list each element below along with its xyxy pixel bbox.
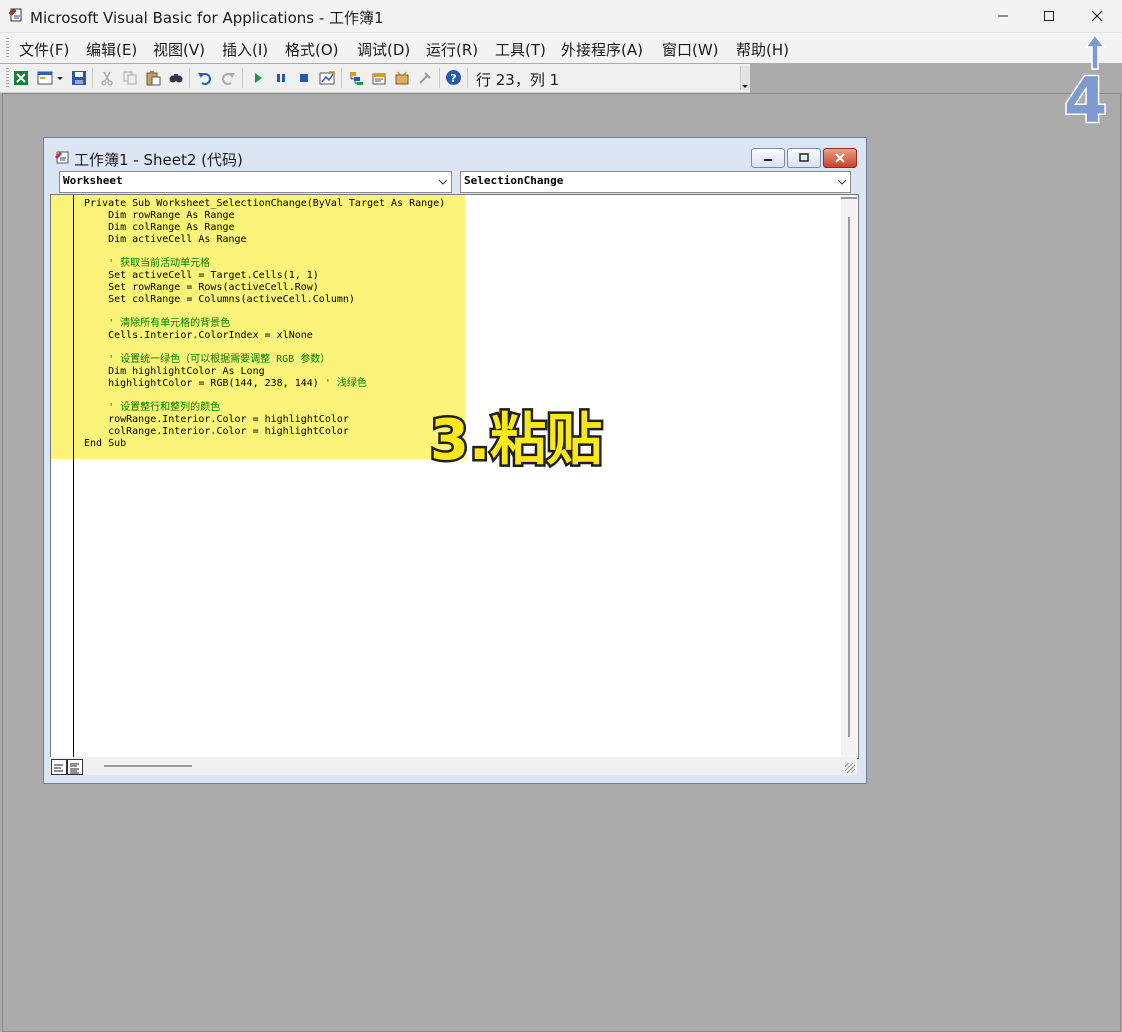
menu-grip[interactable]: [6, 38, 9, 58]
minimize-icon: [998, 15, 1008, 17]
code-line[interactable]: ' 设置整行和整列的颜色: [84, 402, 220, 413]
code-line[interactable]: End Sub: [84, 438, 126, 449]
code-line[interactable]: rowRange.Interior.Color = highlightColor: [84, 414, 349, 425]
code-line[interactable]: Set rowRange = Rows(activeCell.Row): [84, 282, 319, 293]
undo-icon[interactable]: [196, 69, 213, 86]
code-line[interactable]: ' 设置统一绿色（可以根据需要调整 RGB 参数）: [84, 354, 330, 365]
standard-toolbar: ? 行 23，列 1: [0, 64, 750, 93]
full-module-view-button[interactable]: [67, 759, 83, 775]
break-icon[interactable]: [272, 69, 289, 86]
menu-run[interactable]: 运行(R): [426, 39, 478, 60]
code-line[interactable]: ' 清除所有单元格的背景色: [84, 318, 230, 329]
menu-help[interactable]: 帮助(H): [736, 39, 789, 60]
code-line[interactable]: highlightColor = RGB(144, 238, 144) ' 浅绿…: [84, 378, 367, 389]
code-line[interactable]: Dim highlightColor As Long: [84, 366, 265, 377]
toolbar-separator: [92, 68, 93, 88]
code-line[interactable]: Set colRange = Columns(activeCell.Column…: [84, 294, 355, 305]
menu-view[interactable]: 视图(V): [153, 39, 205, 60]
save-icon[interactable]: [70, 69, 87, 86]
menu-tools[interactable]: 工具(T): [495, 39, 546, 60]
procedure-view-button[interactable]: [51, 759, 67, 775]
cut-icon[interactable]: [98, 69, 115, 86]
annotation-step-3: 3.粘贴: [427, 408, 604, 473]
menu-edit[interactable]: 编辑(E): [86, 39, 137, 60]
vertical-scrollbar-thumb[interactable]: [848, 217, 850, 737]
code-window-bottom-bar: [50, 757, 857, 775]
properties-window-icon[interactable]: [370, 69, 387, 86]
code-module-icon: [55, 151, 69, 164]
toolbar-separator: [242, 68, 243, 88]
menu-addins[interactable]: 外接程序(A): [561, 39, 643, 60]
code-editor[interactable]: Private Sub Worksheet_SelectionChange(By…: [50, 194, 859, 759]
code-line[interactable]: ' 获取当前活动单元格: [84, 258, 210, 269]
run-icon[interactable]: [249, 69, 266, 86]
maximize-icon: [1044, 11, 1054, 21]
maximize-button[interactable]: [1026, 0, 1072, 32]
paste-icon[interactable]: [144, 69, 161, 86]
minimize-icon: [764, 159, 772, 161]
procedure-combobox-value: SelectionChange: [464, 174, 564, 187]
code-window-title: 工作簿1 - Sheet2 (代码): [74, 151, 243, 169]
insert-dropdown-icon[interactable]: [55, 69, 65, 86]
chevron-down-icon: [439, 179, 447, 185]
view-excel-icon[interactable]: [12, 69, 29, 86]
cursor-position: 行 23，列 1: [476, 71, 560, 89]
horizontal-scrollbar-thumb[interactable]: [104, 765, 192, 767]
window-title: Microsoft Visual Basic for Applications …: [30, 9, 384, 27]
full-module-view-icon: [70, 763, 79, 774]
menu-window[interactable]: 窗口(W): [662, 39, 719, 60]
code-window-close-button[interactable]: [823, 148, 857, 168]
menu-format[interactable]: 格式(O): [285, 39, 339, 60]
code-line[interactable]: Cells.Interior.ColorIndex = xlNone: [84, 330, 313, 341]
code-text[interactable]: Private Sub Worksheet_SelectionChange(By…: [84, 198, 445, 450]
procedure-combobox[interactable]: SelectionChange: [460, 171, 851, 193]
scrollbar-top-marker: [841, 197, 857, 199]
project-explorer-icon[interactable]: [347, 69, 364, 86]
insert-userform-icon[interactable]: [36, 69, 53, 86]
annotation-step-4: 4: [1062, 64, 1108, 137]
toolbar-separator: [189, 68, 190, 88]
object-browser-icon[interactable]: [393, 69, 410, 86]
chevron-down-icon: [838, 179, 846, 185]
copy-icon[interactable]: [121, 69, 138, 86]
margin-indicator-bar[interactable]: [51, 195, 74, 758]
resize-grip[interactable]: [845, 763, 855, 773]
menu-file[interactable]: 文件(F): [19, 39, 69, 60]
vertical-scrollbar[interactable]: [841, 195, 857, 758]
toolbar-separator: [467, 68, 468, 88]
code-line[interactable]: colRange.Interior.Color = highlightColor: [84, 426, 349, 437]
design-mode-icon[interactable]: [318, 69, 335, 86]
find-icon[interactable]: [167, 69, 184, 86]
object-combobox-value: Worksheet: [63, 174, 123, 187]
toolbox-icon[interactable]: [416, 69, 433, 86]
menu-debug[interactable]: 调试(D): [357, 39, 410, 60]
vba-app-icon: [8, 8, 22, 22]
close-icon: [1091, 10, 1103, 22]
toolbar-separator: [341, 68, 342, 88]
svg-text:?: ?: [450, 72, 456, 85]
redo-icon[interactable]: [219, 69, 236, 86]
code-line[interactable]: Private Sub Worksheet_SelectionChange(By…: [84, 198, 445, 209]
object-combobox[interactable]: Worksheet: [59, 171, 452, 193]
reset-icon[interactable]: [295, 69, 312, 86]
help-icon[interactable]: ?: [445, 69, 462, 86]
toolbar-separator: [439, 68, 440, 88]
procedure-view-icon: [54, 764, 63, 772]
close-button[interactable]: [1074, 0, 1120, 32]
code-line[interactable]: Dim activeCell As Range: [84, 234, 246, 245]
toolbar-options-button[interactable]: [740, 66, 750, 90]
code-window-minimize-button[interactable]: [751, 148, 785, 168]
code-window-title-bar[interactable]: 工作簿1 - Sheet2 (代码): [44, 138, 866, 169]
title-bar: Microsoft Visual Basic for Applications …: [0, 0, 1122, 33]
minimize-button[interactable]: [980, 0, 1026, 32]
code-line[interactable]: Set activeCell = Target.Cells(1, 1): [84, 270, 319, 281]
restore-icon: [799, 153, 809, 162]
close-icon: [835, 153, 845, 163]
toolbar-grip[interactable]: [6, 68, 9, 88]
menu-insert[interactable]: 插入(I): [222, 39, 268, 60]
menu-bar: 文件(F) 编辑(E) 视图(V) 插入(I) 格式(O) 调试(D) 运行(R…: [0, 33, 1122, 63]
code-line[interactable]: Dim colRange As Range: [84, 222, 234, 233]
code-line[interactable]: Dim rowRange As Range: [84, 210, 234, 221]
code-window-restore-button[interactable]: [787, 148, 821, 168]
